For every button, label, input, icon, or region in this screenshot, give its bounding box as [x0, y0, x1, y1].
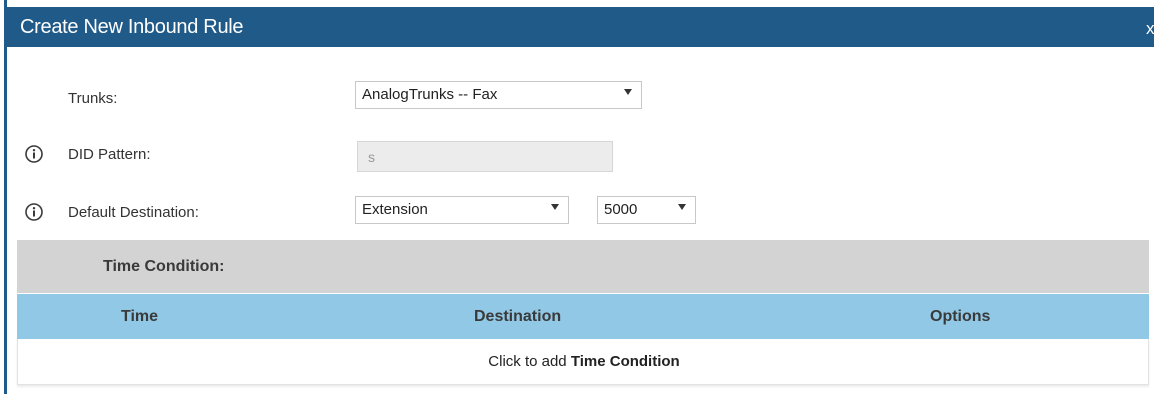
- extension-select[interactable]: 5000: [597, 196, 696, 224]
- trunks-row: Trunks: AnalogTrunks -- Fax: [0, 81, 1154, 113]
- add-time-condition-link[interactable]: Click to add Time Condition: [18, 353, 1150, 370]
- default-destination-label: Default Destination:: [68, 204, 199, 221]
- chevron-down-icon: [678, 204, 686, 210]
- destination-type-select[interactable]: Extension: [355, 196, 569, 224]
- chevron-down-icon: [624, 89, 632, 95]
- info-icon[interactable]: [24, 144, 44, 164]
- extension-value: 5000: [604, 201, 638, 218]
- trunks-select-value: AnalogTrunks -- Fax: [362, 86, 498, 103]
- add-time-condition-prefix: Click to add: [488, 353, 571, 370]
- close-icon[interactable]: x: [1146, 19, 1154, 39]
- column-header-destination: Destination: [474, 308, 562, 325]
- destination-type-value: Extension: [362, 201, 428, 218]
- did-pattern-label: DID Pattern:: [68, 146, 151, 163]
- add-time-condition-row: Click to add Time Condition: [17, 339, 1149, 385]
- inbound-rule-dialog: Create New Inbound Rule x Trunks: Analog…: [0, 0, 1154, 394]
- column-header-options: Options: [930, 308, 991, 325]
- dialog-titlebar: Create New Inbound Rule x: [4, 7, 1154, 47]
- trunks-select[interactable]: AnalogTrunks -- Fax: [355, 81, 642, 109]
- trunks-label: Trunks:: [68, 90, 118, 107]
- default-destination-row: Default Destination: Extension 5000: [0, 196, 1154, 228]
- time-condition-table-header: Time Destination Options: [17, 294, 1149, 339]
- time-condition-header: Time Condition:: [17, 240, 1149, 293]
- chevron-down-icon: [551, 204, 559, 210]
- info-icon[interactable]: [24, 202, 44, 222]
- add-time-condition-bold: Time Condition: [570, 353, 680, 370]
- did-pattern-input[interactable]: [357, 141, 613, 172]
- did-pattern-row: DID Pattern:: [0, 138, 1154, 172]
- time-condition-title: Time Condition:: [103, 258, 225, 275]
- column-header-time: Time: [121, 308, 159, 325]
- dialog-title: Create New Inbound Rule: [20, 16, 244, 38]
